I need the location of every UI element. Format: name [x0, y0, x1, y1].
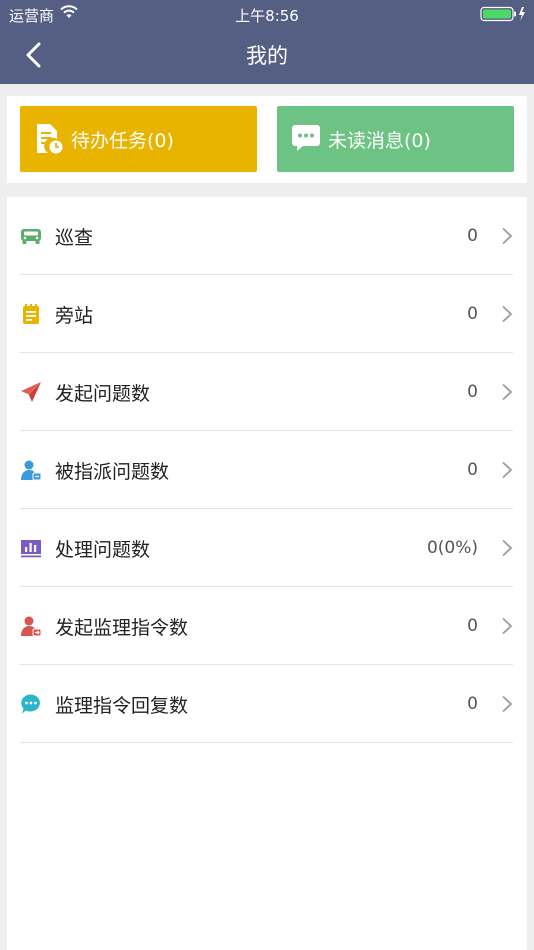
message-bubble-icon — [291, 123, 321, 158]
menu-item-side-station[interactable]: 旁站 0 — [20, 275, 513, 353]
paper-plane-icon — [20, 381, 42, 403]
page-title: 我的 — [246, 44, 288, 68]
menu-item-value: 0 — [467, 304, 478, 324]
menu-item-value: 0 — [467, 460, 478, 480]
task-doc-icon — [34, 123, 64, 160]
unread-messages-button[interactable]: 未读消息(0) — [277, 106, 514, 172]
menu-item-patrol[interactable]: 巡查 0 — [20, 197, 513, 275]
chat-dots-icon — [20, 693, 42, 715]
unread-messages-label: 未读消息(0) — [328, 130, 431, 152]
bar-chart-icon — [20, 537, 42, 559]
car-icon — [20, 225, 42, 247]
menu-item-label: 发起监理指令数 — [55, 617, 189, 639]
chevron-right-icon — [501, 227, 513, 245]
chevron-right-icon — [501, 461, 513, 479]
menu-item-value: 0 — [467, 694, 478, 714]
menu-item-label: 处理问题数 — [55, 539, 151, 561]
battery-icon — [480, 6, 526, 26]
chevron-right-icon — [501, 695, 513, 713]
chevron-right-icon — [501, 305, 513, 323]
menu-item-label: 被指派问题数 — [55, 461, 170, 483]
menu-item-label: 发起问题数 — [55, 383, 151, 405]
clock-time: 上午8:56 — [235, 7, 299, 25]
menu-item-label: 监理指令回复数 — [55, 695, 189, 717]
chevron-right-icon — [501, 617, 513, 635]
menu-item-assigned-issues[interactable]: 被指派问题数 0 — [20, 431, 513, 509]
summary-cards: 待办任务(0) 未读消息(0) — [7, 96, 527, 183]
menu-item-handled-issues[interactable]: 处理问题数 0(0%) — [20, 509, 513, 587]
menu-item-instruction-replies[interactable]: 监理指令回复数 0 — [20, 665, 513, 743]
notepad-icon — [20, 303, 42, 325]
user-assigned-icon — [20, 459, 42, 481]
nav-bar: 我的 — [0, 28, 534, 84]
todo-tasks-label: 待办任务(0) — [71, 130, 174, 152]
menu-item-label: 旁站 — [55, 305, 94, 327]
menu-item-value: 0 — [467, 226, 478, 246]
menu-item-raised-instructions[interactable]: 发起监理指令数 0 — [20, 587, 513, 665]
menu-item-value: 0(0%) — [426, 538, 478, 558]
status-bar: 运营商 上午8:56 — [0, 0, 534, 28]
menu-item-raised-issues[interactable]: 发起问题数 0 — [20, 353, 513, 431]
chevron-right-icon — [501, 383, 513, 401]
chevron-right-icon — [501, 539, 513, 557]
stats-menu-list: 巡查 0 旁站 0 发起问题数 0 被指派问题数 0 处理问题数 0(0%) 发… — [7, 197, 527, 950]
user-send-icon — [20, 615, 42, 637]
menu-item-value: 0 — [467, 616, 478, 636]
menu-item-value: 0 — [467, 382, 478, 402]
todo-tasks-button[interactable]: 待办任务(0) — [20, 106, 257, 172]
app-header: 运营商 上午8:56 我的 — [0, 0, 534, 84]
menu-item-label: 巡查 — [55, 227, 94, 249]
